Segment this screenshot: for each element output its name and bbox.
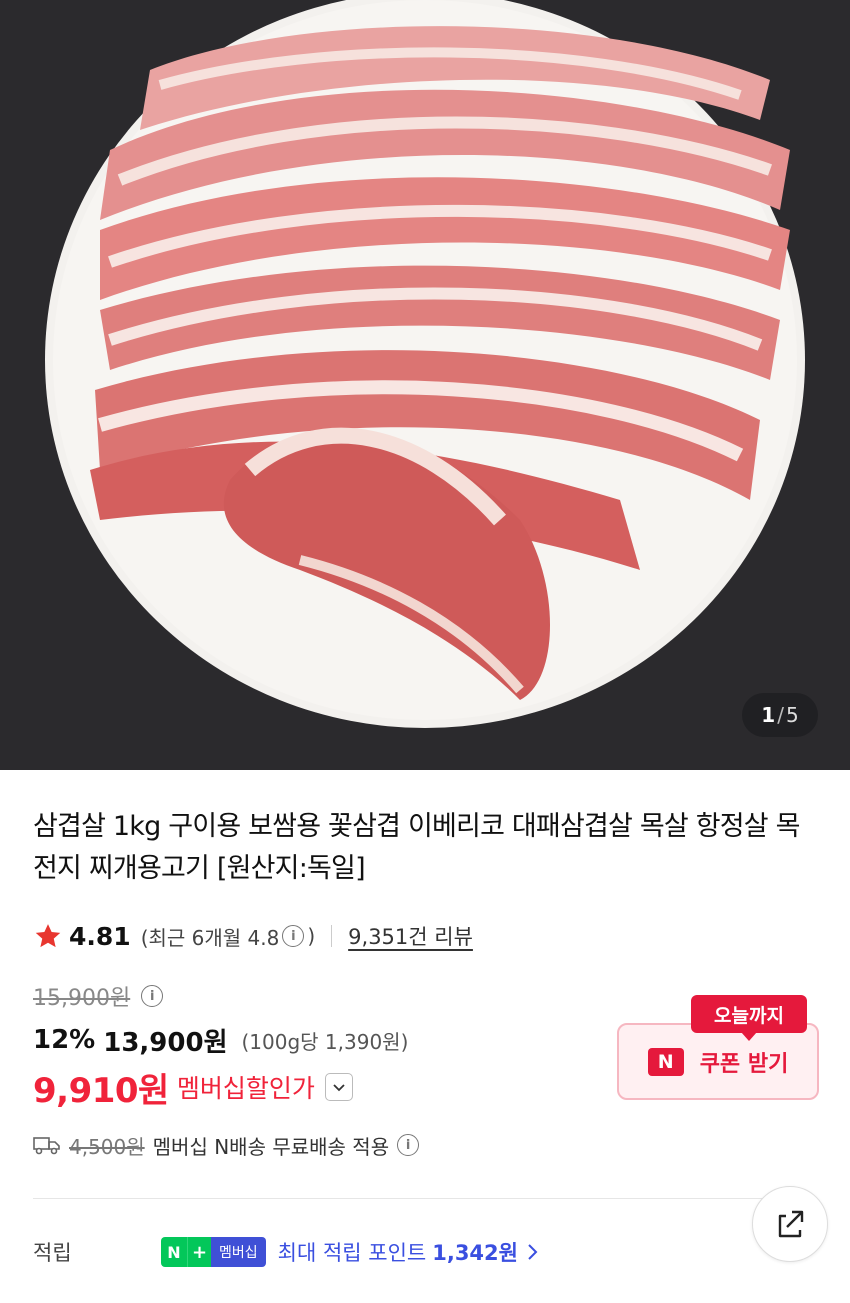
image-counter-separator: / <box>777 703 784 727</box>
shipping-fee: 4,500원 <box>69 1134 145 1159</box>
share-icon <box>778 1210 804 1238</box>
info-icon[interactable]: i <box>282 925 305 947</box>
nplus-plus: + <box>187 1237 211 1267</box>
member-price-label: 멤버십할인가 <box>176 1074 315 1103</box>
sale-price-row: 12% 13,900원 (100g당 1,390원) <box>33 1020 408 1060</box>
recent-rating: (최근 6개월 4.8 i ) <box>141 922 315 951</box>
nplus-membership-text: 멤버십 <box>211 1237 266 1267</box>
member-price: 9,910원 <box>33 1070 169 1111</box>
price-info-icon[interactable]: i <box>141 985 164 1007</box>
chevron-right-icon <box>528 1244 538 1260</box>
review-count-link[interactable]: 9,351건 리뷰 <box>348 921 473 951</box>
discount-rate: 12% <box>33 1025 96 1055</box>
truck-icon <box>33 1137 60 1155</box>
points-row[interactable]: 적립 N + 멤버십 최대 적립 포인트 1,342원 <box>33 1232 733 1272</box>
product-image-gallery[interactable]: 1 / 5 <box>0 0 850 770</box>
points-label: 적립 <box>33 1241 72 1265</box>
rating-row: 4.81 (최근 6개월 4.8 i ) 9,351건 리뷰 <box>33 914 473 958</box>
member-price-row: 9,910원 멤버십할인가 <box>33 1062 353 1112</box>
sale-price: 13,900원 <box>103 1027 228 1058</box>
rating-score: 4.81 <box>69 921 131 951</box>
original-price-row: 15,900원 i <box>33 980 166 1012</box>
shipping-text: 멤버십 N배송 무료배송 적용 <box>152 1134 390 1159</box>
recent-rating-close: ) <box>307 924 316 948</box>
coupon-button-label: 쿠폰 받기 <box>699 1051 789 1077</box>
shipping-row: 4,500원 멤버십 N배송 무료배송 적용 i <box>33 1128 422 1162</box>
nplus-n: N <box>161 1237 187 1267</box>
product-title: 삼겹살 1kg 구이용 보쌈용 꽃삼겹 이베리코 대패삼겹살 목살 항정살 목전… <box>33 811 800 884</box>
section-divider <box>33 1198 817 1199</box>
coupon-area: N 쿠폰 받기 오늘까지 <box>617 995 819 1103</box>
share-button[interactable] <box>752 1186 828 1262</box>
chevron-down-icon <box>333 1084 345 1092</box>
original-price: 15,900원 <box>33 986 131 1011</box>
product-photo <box>0 0 850 770</box>
unit-price: (100g당 1,390원) <box>241 1029 409 1054</box>
points-text: 최대 적립 포인트 <box>277 1241 427 1265</box>
nplus-membership-badge: N + 멤버십 <box>161 1237 266 1267</box>
member-price-toggle[interactable] <box>324 1073 353 1101</box>
rating-divider <box>331 925 333 947</box>
image-counter-total: 5 <box>785 703 799 727</box>
naver-n-badge: N <box>647 1047 684 1076</box>
shipping-info-icon[interactable]: i <box>397 1134 420 1156</box>
image-counter: 1 / 5 <box>742 693 818 737</box>
points-amount: 1,342원 <box>432 1241 518 1265</box>
star-icon <box>35 924 61 948</box>
coupon-deadline-tag: 오늘까지 <box>691 995 807 1041</box>
recent-rating-text: (최근 6개월 4.8 <box>140 925 280 950</box>
image-counter-current: 1 <box>761 703 776 727</box>
coupon-download-button[interactable]: N 쿠폰 받기 <box>617 1023 819 1100</box>
